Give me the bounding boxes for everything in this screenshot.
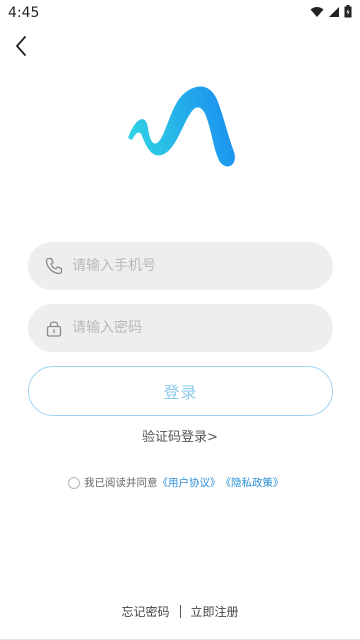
battery-icon	[344, 5, 352, 18]
back-button[interactable]	[10, 34, 34, 58]
password-input[interactable]	[72, 320, 292, 336]
app-logo	[128, 86, 235, 167]
footer-links: 忘记密码 立即注册	[0, 603, 360, 620]
phone-input[interactable]	[72, 258, 292, 274]
status-icons	[310, 5, 352, 18]
phone-icon	[45, 257, 63, 275]
sms-login-link[interactable]: 验证码登录>	[0, 426, 360, 445]
back-chevron-icon	[16, 36, 26, 56]
register-link[interactable]: 立即注册	[191, 603, 239, 620]
signal-icon	[329, 6, 339, 17]
wifi-icon	[310, 6, 324, 17]
forgot-password-link[interactable]: 忘记密码	[121, 603, 169, 620]
agreement-row: 我已阅读并同意 《用户协议》 《隐私政策》	[68, 475, 284, 490]
agreement-checkbox[interactable]	[68, 476, 80, 489]
status-bar: 4:45	[0, 0, 360, 26]
user-agreement-link[interactable]: 《用户协议》	[158, 475, 221, 490]
login-button[interactable]: 登录	[28, 366, 333, 416]
footer-divider	[179, 605, 181, 618]
phone-field[interactable]	[28, 242, 333, 290]
agreement-text: 我已阅读并同意	[84, 477, 158, 489]
status-time: 4:45	[8, 5, 40, 21]
lock-icon	[46, 321, 62, 337]
password-field[interactable]	[28, 304, 333, 352]
privacy-policy-link[interactable]: 《隐私政策》	[221, 475, 284, 490]
